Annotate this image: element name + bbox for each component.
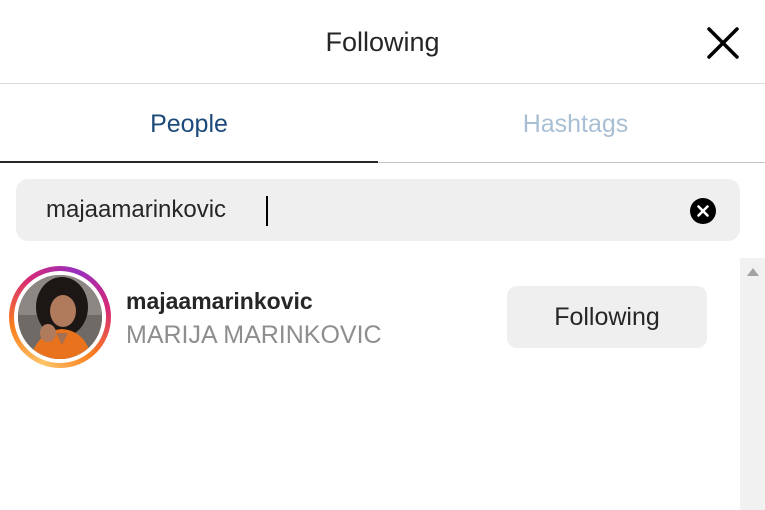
text-caret — [266, 196, 268, 226]
scrollbar[interactable] — [740, 258, 765, 510]
avatar — [18, 275, 102, 359]
tab-hashtags[interactable]: Hashtags — [386, 84, 765, 163]
close-icon — [707, 27, 739, 59]
result-full-name: MARIJA MARINKOVIC — [126, 321, 382, 349]
search-input[interactable] — [46, 192, 666, 228]
following-dialog: Following People Hashtags majaamarinkovi… — [0, 0, 765, 510]
tab-bar: People Hashtags — [0, 84, 765, 163]
result-username[interactable]: majaamarinkovic — [126, 286, 313, 316]
clear-search-button[interactable] — [689, 197, 717, 225]
following-button[interactable]: Following — [507, 286, 707, 348]
story-ring[interactable] — [9, 266, 111, 368]
close-button[interactable] — [703, 23, 743, 63]
dialog-header: Following — [0, 0, 765, 84]
tab-people[interactable]: People — [0, 84, 378, 163]
search-box — [16, 179, 740, 241]
dialog-title: Following — [325, 27, 440, 57]
list-item[interactable]: majaamarinkovic MARIJA MARINKOVIC Follow… — [0, 258, 740, 378]
results-list: majaamarinkovic MARIJA MARINKOVIC Follow… — [0, 258, 740, 510]
scroll-up-arrow-icon[interactable] — [747, 268, 759, 276]
clear-circle-icon — [690, 198, 716, 224]
avatar-image — [18, 275, 102, 359]
